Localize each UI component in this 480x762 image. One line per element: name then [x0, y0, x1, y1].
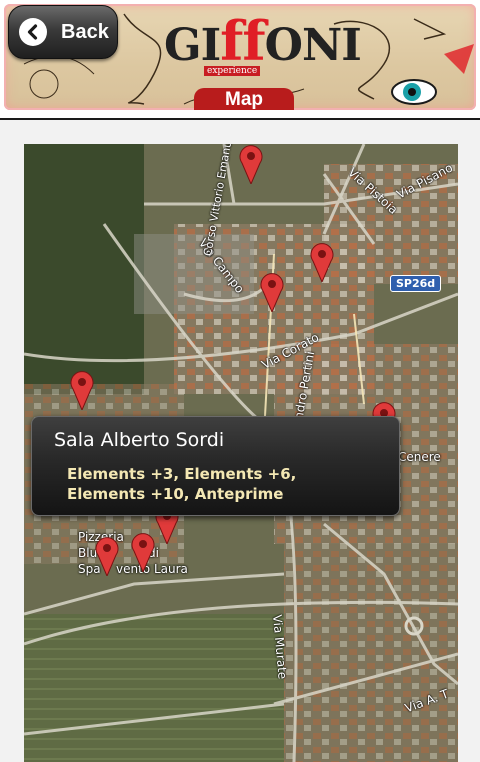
map-pin-icon[interactable] — [238, 144, 264, 184]
page-title-tab: Map — [194, 88, 294, 110]
logo-text: GIffONI — [164, 9, 362, 73]
map-pin-icon[interactable] — [259, 272, 285, 312]
popup-line: Elements +10, Anteprime — [67, 485, 284, 503]
map-pin-icon[interactable] — [309, 242, 335, 282]
chevron-left-icon — [19, 18, 47, 46]
popup-line: Elements +3, Elements +6, — [67, 465, 297, 483]
popup-title: Sala Alberto Sordi — [54, 429, 225, 451]
back-button-label: Back — [61, 20, 109, 43]
map-pin-icon[interactable] — [69, 370, 95, 410]
map-info-popup[interactable]: Sala Alberto Sordi Elements +3, Elements… — [31, 416, 400, 516]
header-divider — [0, 118, 480, 120]
road-shield: SP26d — [390, 275, 442, 292]
page-title: Map — [225, 89, 263, 110]
giffoni-logo: GIffONI — [164, 11, 362, 76]
map-pin-icon[interactable] — [130, 532, 156, 572]
map-pin-icon[interactable] — [94, 536, 120, 576]
street-label: Cenere — [398, 450, 441, 464]
logo-subtitle: experience — [204, 66, 261, 76]
app-header: GIffONI experience Map Back — [0, 0, 480, 118]
back-button[interactable]: Back — [8, 5, 118, 59]
